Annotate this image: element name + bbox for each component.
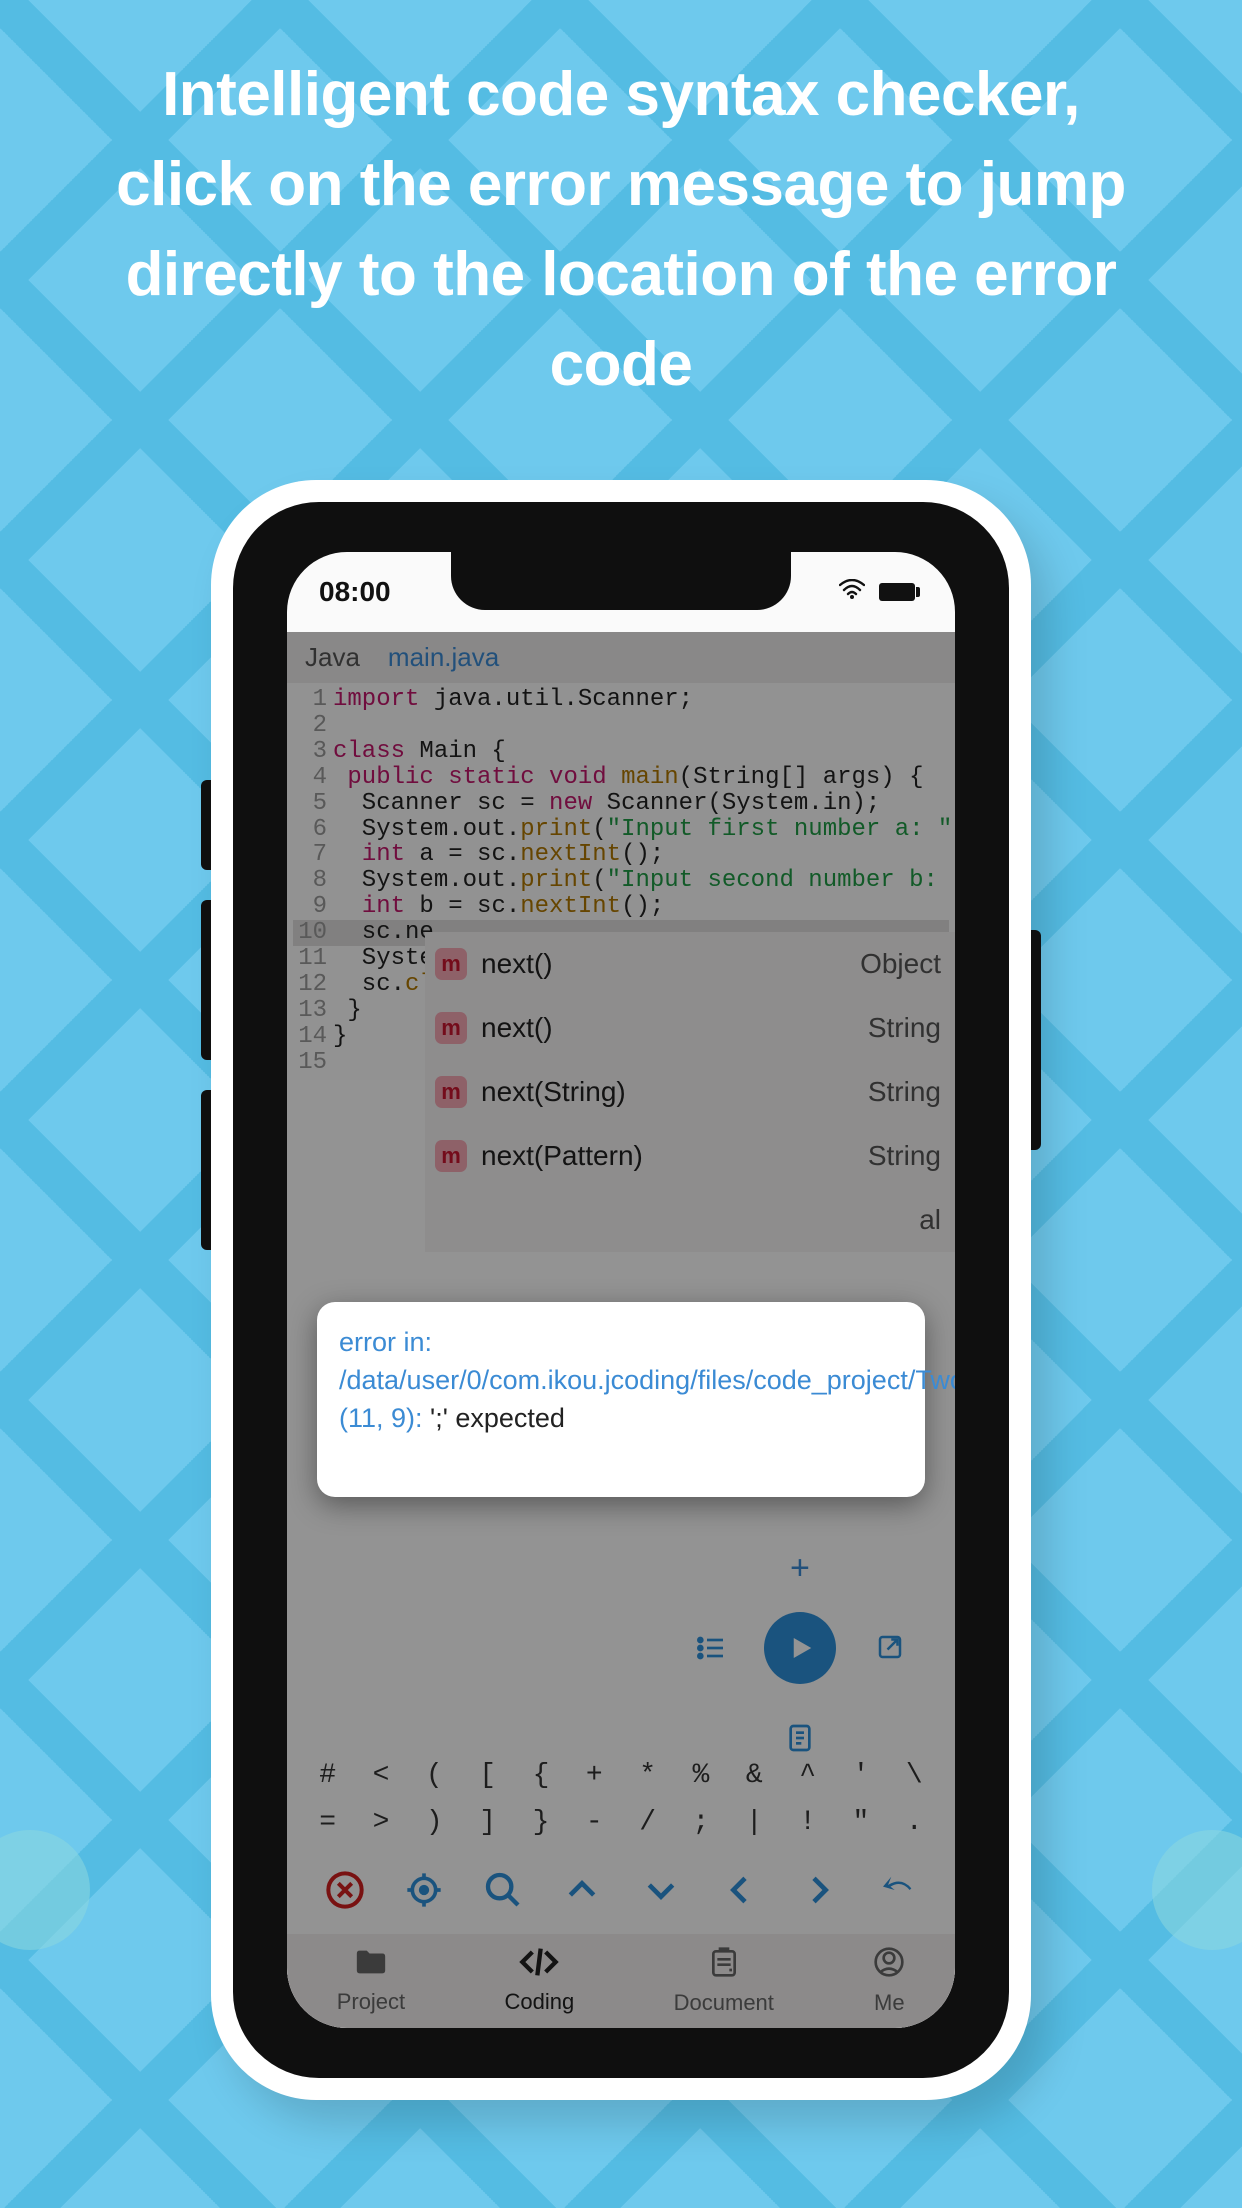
marketing-headline: Intelligent code syntax checker, click o… xyxy=(0,0,1242,410)
phone-notch xyxy=(451,552,791,610)
phone-screen: 08:00 Java main.java 1import java.util.S… xyxy=(287,552,955,2028)
phone-frame: 08:00 Java main.java 1import java.util.S… xyxy=(211,480,1031,2100)
error-text: ';' expected xyxy=(430,1403,565,1433)
wifi-icon xyxy=(839,578,865,606)
error-message-popup[interactable]: error in: /data/user/0/com.ikou.jcoding/… xyxy=(317,1302,925,1497)
status-time: 08:00 xyxy=(319,576,391,608)
app-surface: Java main.java 1import java.util.Scanner… xyxy=(287,632,955,2028)
battery-icon xyxy=(879,583,915,601)
